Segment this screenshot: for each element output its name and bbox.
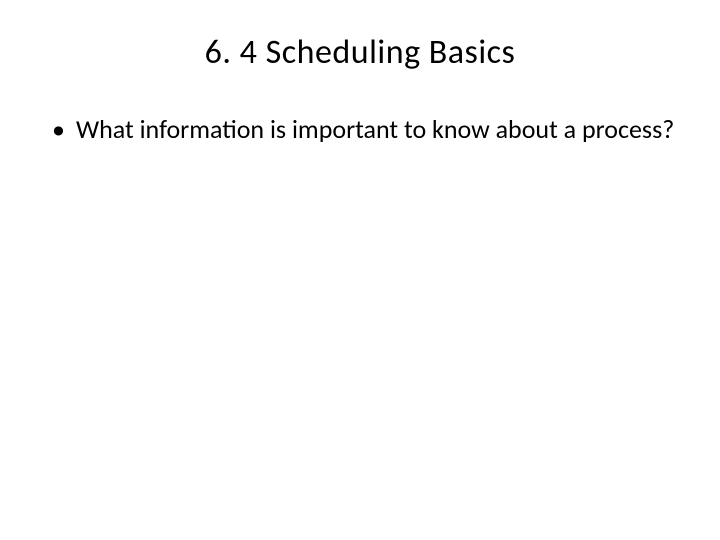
bullet-item: What information is important to know ab… — [48, 113, 680, 146]
bullet-list: What information is important to know ab… — [48, 113, 680, 146]
slide-title: 6. 4 Scheduling Basics — [40, 32, 680, 73]
slide-content: What information is important to know ab… — [40, 113, 680, 146]
slide-container: 6. 4 Scheduling Basics What information … — [0, 0, 720, 540]
